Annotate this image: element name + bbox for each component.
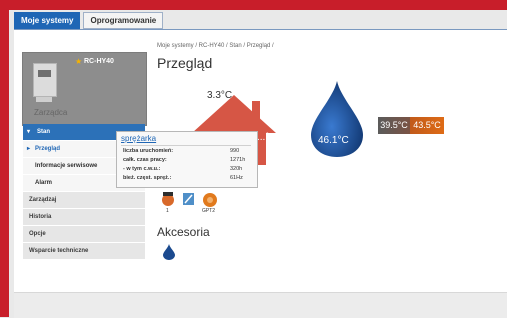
tooltip-divider xyxy=(121,145,251,146)
sidebar-item-label: Stan xyxy=(37,129,51,135)
star-icon: ★ xyxy=(75,57,83,66)
breadcrumb[interactable]: Moje systemy / RC-HY40 / Stan / Przegląd… xyxy=(157,43,274,49)
tab-software[interactable]: Oprogramowanie xyxy=(83,12,164,29)
pump-icon[interactable] xyxy=(203,193,217,207)
tooltip-value: 990 xyxy=(230,148,240,154)
device-image xyxy=(33,63,57,97)
tooltip-label: liczba uruchomień: xyxy=(123,148,174,154)
device-screen xyxy=(38,70,51,77)
sidebar-item-support[interactable]: Wsparcie techniczne xyxy=(23,243,145,260)
page-title: Przegląd xyxy=(157,55,213,71)
tooltip-value: 61Hz xyxy=(230,175,243,181)
sidebar-item-label: Przegląd xyxy=(35,146,61,152)
device-name: RC-HY40 xyxy=(84,58,114,65)
tank-temperature: 46.1°C xyxy=(318,135,349,146)
tooltip-row: bież. częst. spręż.: 61Hz xyxy=(123,175,243,181)
tooltip-value: 320h xyxy=(230,166,243,172)
water-drop-icon[interactable] xyxy=(307,79,367,159)
tooltip-title: sprężarka xyxy=(121,134,157,143)
chevron-down-icon: ▾ xyxy=(27,129,31,135)
tooltip-value: 1271h xyxy=(230,157,246,163)
accessories-title: Akcesoria xyxy=(157,225,210,239)
component-label-gpt2: GPT2 xyxy=(202,208,216,214)
house-temperature: ...°C xyxy=(257,132,277,143)
valve-icon[interactable] xyxy=(183,193,194,205)
components-row: 1 GPT2 xyxy=(162,190,242,216)
footer-band xyxy=(14,292,507,318)
outside-temperature: 3.3°C xyxy=(207,90,233,101)
tooltip-row: całk. czas pracy: 1271h xyxy=(123,157,245,163)
tab-my-systems[interactable]: Moje systemy xyxy=(14,12,81,29)
tooltip-label: całk. czas pracy: xyxy=(123,157,167,163)
tooltip-label: - w tym c.w.u.: xyxy=(123,166,161,172)
top-tabs: Moje systemy Oprogramowanie xyxy=(14,12,164,29)
device-base xyxy=(36,97,52,102)
tooltip-label: bież. częst. spręż.: xyxy=(123,175,172,181)
accessory-drop-icon[interactable] xyxy=(162,244,176,260)
window-left-border xyxy=(0,0,9,317)
tooltip-row: liczba uruchomień: 990 xyxy=(123,148,239,154)
tooltip-row: - w tym c.w.u.: 320h xyxy=(123,166,242,172)
temp-badge-left: 39.5°C xyxy=(378,117,410,134)
sidebar-item-history[interactable]: Historia xyxy=(23,209,145,226)
component-label-1: 1 xyxy=(166,208,169,214)
compressor-tooltip: sprężarka liczba uruchomień: 990 całk. c… xyxy=(116,131,258,188)
window-top-border xyxy=(0,0,507,10)
chevron-right-icon: ▸ xyxy=(27,146,31,152)
temp-badge-right: 43.5°C xyxy=(410,117,444,134)
manage-label: Zarządca xyxy=(34,108,68,117)
sidebar-item-options[interactable]: Opcje xyxy=(23,226,145,243)
compressor-icon[interactable] xyxy=(162,192,174,206)
temperature-badges: 39.5°C 43.5°C xyxy=(378,117,444,134)
sidebar-item-manage[interactable]: Zarządzaj xyxy=(23,192,145,209)
